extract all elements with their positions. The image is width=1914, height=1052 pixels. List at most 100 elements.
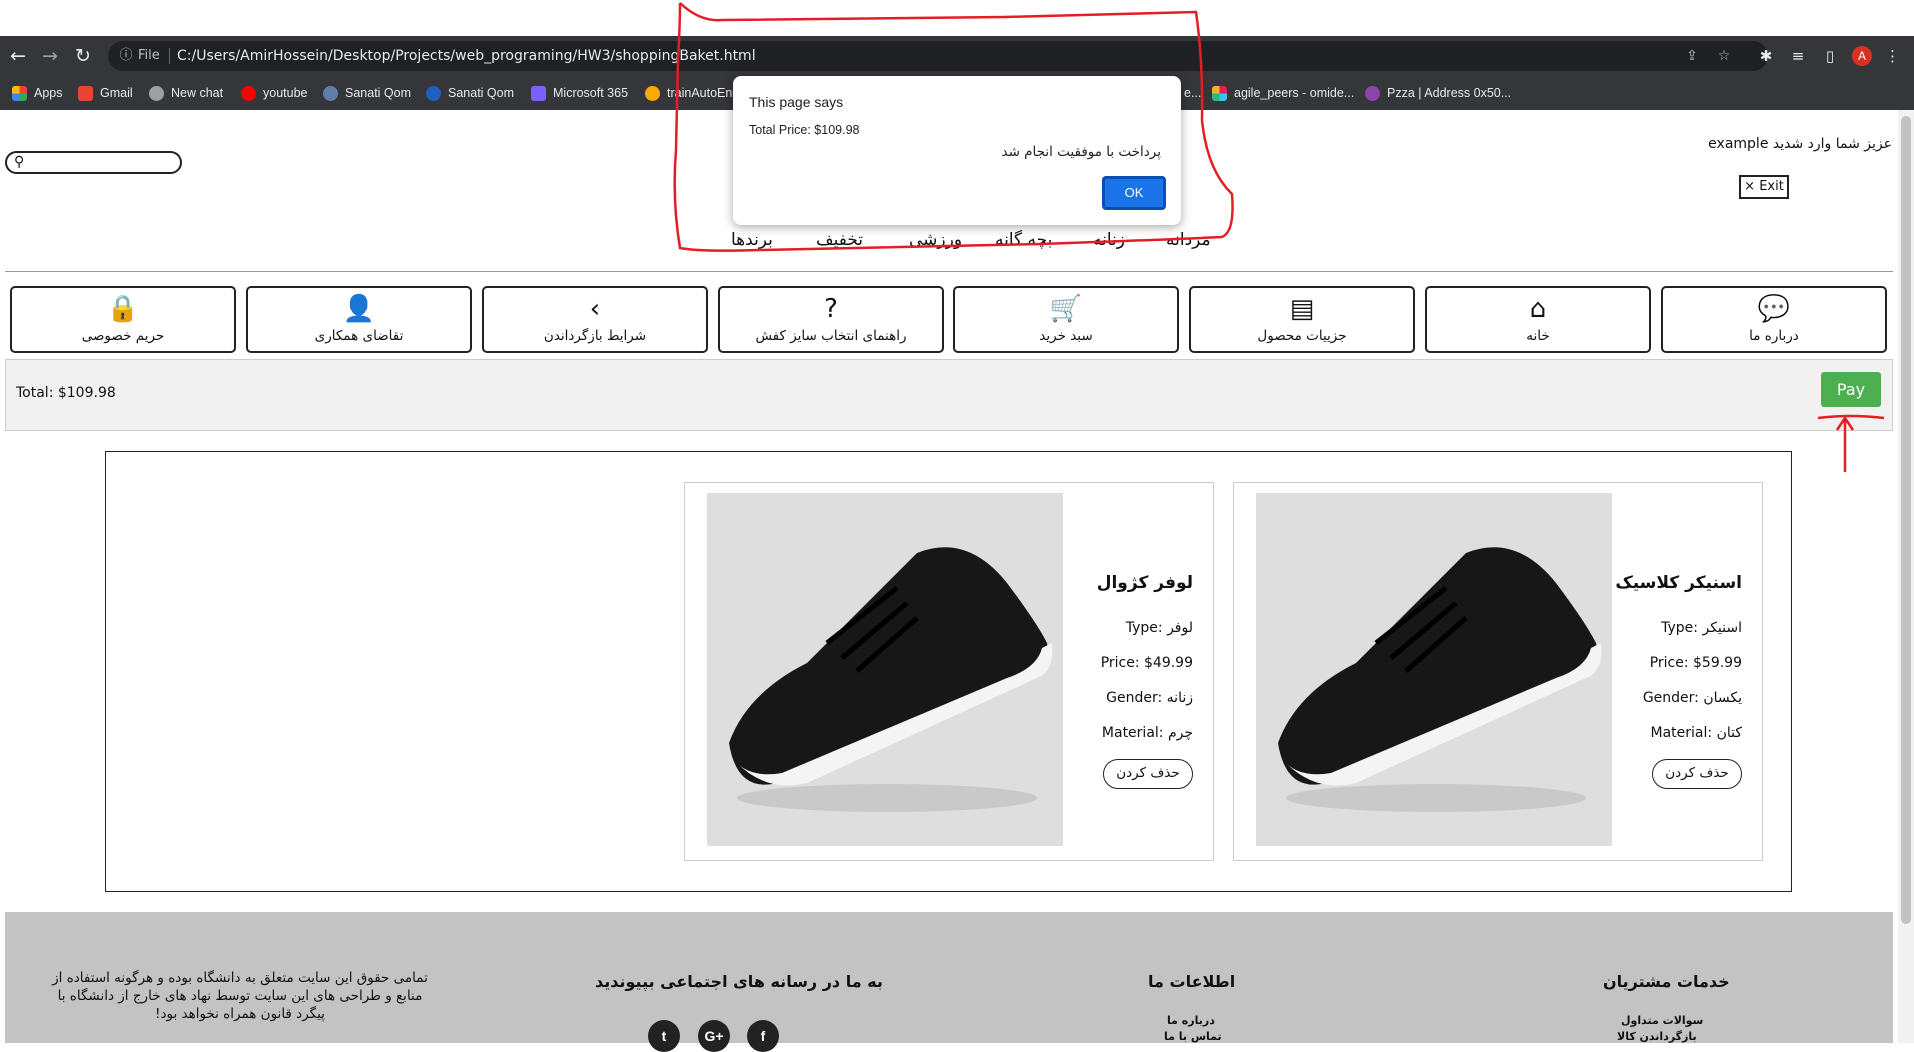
share-icon[interactable]: ⇪ (1682, 48, 1702, 64)
category-discount[interactable]: تخفیف (816, 230, 863, 250)
category-brands[interactable]: برندها (731, 230, 773, 250)
gmail-icon (78, 85, 93, 101)
footer-our-info-title: اطلاعات ما (1148, 972, 1236, 991)
nav-label: حریم خصوصی (81, 328, 165, 344)
product-material: Material: کتان (1650, 725, 1742, 741)
footer-link-contact[interactable]: تماس با ما (1164, 1030, 1222, 1043)
dialog-message: پرداخت با موفقیت انجام شد (1001, 144, 1161, 160)
remove-button[interactable]: حذف کردن (1652, 759, 1742, 789)
bookmark-youtube[interactable]: youtube (241, 83, 307, 103)
pzza-icon (1365, 85, 1380, 101)
cart-total-bar: Total: $109.98 Pay (5, 359, 1893, 431)
exit-button[interactable]: × Exit (1739, 175, 1789, 199)
product-card: لوفر کژوال Type: لوفر Price: $49.99 Gend… (684, 482, 1214, 861)
search-input[interactable]: ⚲ (5, 151, 182, 174)
nav-privacy[interactable]: 🔒 حریم خصوصی (10, 286, 236, 353)
bookmark-label: Gmail (100, 86, 133, 100)
profile-avatar[interactable]: A (1852, 46, 1872, 66)
microsoft-365-icon (531, 85, 546, 101)
cart-icon: 🛒 (1049, 294, 1083, 324)
star-icon[interactable]: ☆ (1714, 48, 1734, 64)
media-queue-icon[interactable]: ≡ (1788, 46, 1808, 66)
welcome-message: عزیز شما وارد شدید example (1708, 136, 1892, 152)
side-panel-icon[interactable]: ▯ (1820, 46, 1840, 66)
bookmark-label: Pzza | Address 0x50... (1387, 86, 1512, 100)
bookmark-label: agile_peers - omide... (1234, 86, 1355, 100)
product-type: Type: لوفر (1125, 620, 1193, 636)
bookmark-label: Sanati Qom (345, 86, 412, 100)
youtube-icon (241, 85, 256, 101)
nav-product-details[interactable]: ▤ جزییات محصول (1189, 286, 1415, 353)
nav-label: خانه (1526, 328, 1550, 344)
nav-label: تقاضای همکاری (314, 328, 404, 344)
page-scrollbar[interactable] (1898, 110, 1914, 1043)
back-arrow-icon[interactable]: ← (6, 44, 30, 68)
sanati-qom-icon (426, 85, 441, 101)
category-kids[interactable]: بچه گانه (995, 230, 1052, 250)
header-divider (5, 271, 1893, 272)
google-plus-icon[interactable]: G+ (698, 1020, 730, 1052)
address-scheme: File (138, 48, 160, 63)
footer-link-faq[interactable]: سوالات متداول (1621, 1014, 1703, 1027)
category-sport[interactable]: ورزشی (909, 230, 962, 250)
facebook-icon[interactable]: f (747, 1020, 779, 1052)
info-icon[interactable]: ⓘ (116, 46, 136, 66)
twitter-icon[interactable]: t (648, 1020, 680, 1052)
nav-return-policy[interactable]: ‹ شرایط بازگرداندن (482, 286, 708, 353)
nav-about[interactable]: 💬 درباره ما (1661, 286, 1887, 353)
dialog-total-price: Total Price: $109.98 (749, 123, 860, 137)
scrollbar-thumb[interactable] (1901, 116, 1911, 924)
cart-total: Total: $109.98 (16, 385, 116, 401)
colab-icon (645, 85, 660, 101)
nav-cart[interactable]: 🛒 سبد خرید (953, 286, 1179, 353)
alert-dialog: This page says Total Price: $109.98 پردا… (733, 76, 1181, 225)
forward-arrow-icon[interactable]: → (38, 44, 62, 68)
footer-link-returns[interactable]: بازگرداندن کالا (1617, 1030, 1697, 1043)
bookmark-new-chat[interactable]: New chat (149, 83, 223, 103)
nav-cooperation[interactable]: 👤 تقاضای همکاری (246, 286, 472, 353)
footer-customer-service-title: خدمات مشتریان (1603, 972, 1730, 991)
bookmark-label: Apps (34, 86, 63, 100)
address-separator (169, 48, 170, 64)
bookmark-microsoft-365[interactable]: Microsoft 365 (531, 83, 628, 103)
bookmark-sanati-qom-1[interactable]: Sanati Qom (323, 83, 411, 103)
lock-icon: 🔒 (106, 294, 140, 324)
nav-size-guide[interactable]: ? راهنمای انتخاب سایز کفش (718, 286, 944, 353)
bookmark-label: New chat (171, 86, 224, 100)
reload-icon[interactable]: ↻ (71, 44, 95, 68)
bookmark-sanati-qom-2[interactable]: Sanati Qom (426, 83, 514, 103)
nav-label: سبد خرید (1039, 328, 1093, 344)
bookmark-label: Microsoft 365 (553, 86, 629, 100)
footer-social-title: به ما در رسانه های اجتماعی بپیوندید (595, 972, 883, 991)
address-url[interactable]: C:/Users/AmirHossein/Desktop/Projects/we… (177, 41, 756, 71)
ok-button[interactable]: OK (1102, 176, 1166, 210)
product-info: لوفر کژوال Type: لوفر Price: $49.99 Gend… (993, 573, 1193, 789)
remove-button[interactable]: حذف کردن (1103, 759, 1193, 789)
product-card: اسنیکر کلاسیک Type: اسنیکر Price: $59.99… (1233, 482, 1763, 861)
bookmark-gmail[interactable]: Gmail (78, 83, 133, 103)
apps-grid-icon (12, 85, 27, 101)
address-bar[interactable]: ⓘ File C:/Users/AmirHossein/Desktop/Proj… (108, 41, 1768, 71)
browser-toolbar: ← → ↻ ⓘ File C:/Users/AmirHossein/Deskto… (0, 36, 1914, 76)
bookmark-label: e... (1184, 86, 1202, 100)
bookmark-trainautoenc[interactable]: trainAutoEnc (645, 83, 739, 103)
footer-link-about[interactable]: درباره ما (1167, 1014, 1215, 1027)
slack-icon (1212, 85, 1227, 101)
bookmark-truncated[interactable]: e... (1184, 83, 1201, 103)
nav-label: درباره ما (1749, 328, 1799, 344)
nav-home[interactable]: ⌂ خانه (1425, 286, 1651, 353)
question-icon: ? (824, 294, 838, 324)
menu-dots-icon[interactable]: ⋮ (1885, 46, 1900, 66)
bookmark-pzza[interactable]: Pzza | Address 0x50... (1365, 83, 1511, 103)
search-icon: ⚲ (14, 154, 25, 170)
extensions-icon[interactable]: ✱ (1756, 46, 1776, 66)
bookmark-apps[interactable]: Apps (12, 83, 63, 103)
bookmark-label: trainAutoEnc (667, 86, 739, 100)
document-icon: ▤ (1289, 294, 1315, 324)
category-women[interactable]: زنانه (1093, 230, 1125, 250)
category-men[interactable]: مردانه (1166, 230, 1211, 250)
chevron-left-icon: ‹ (589, 294, 601, 324)
pay-button[interactable]: Pay (1821, 372, 1881, 407)
bookmark-agile-peers[interactable]: agile_peers - omide... (1212, 83, 1354, 103)
nav-label: شرایط بازگرداندن (543, 328, 647, 344)
